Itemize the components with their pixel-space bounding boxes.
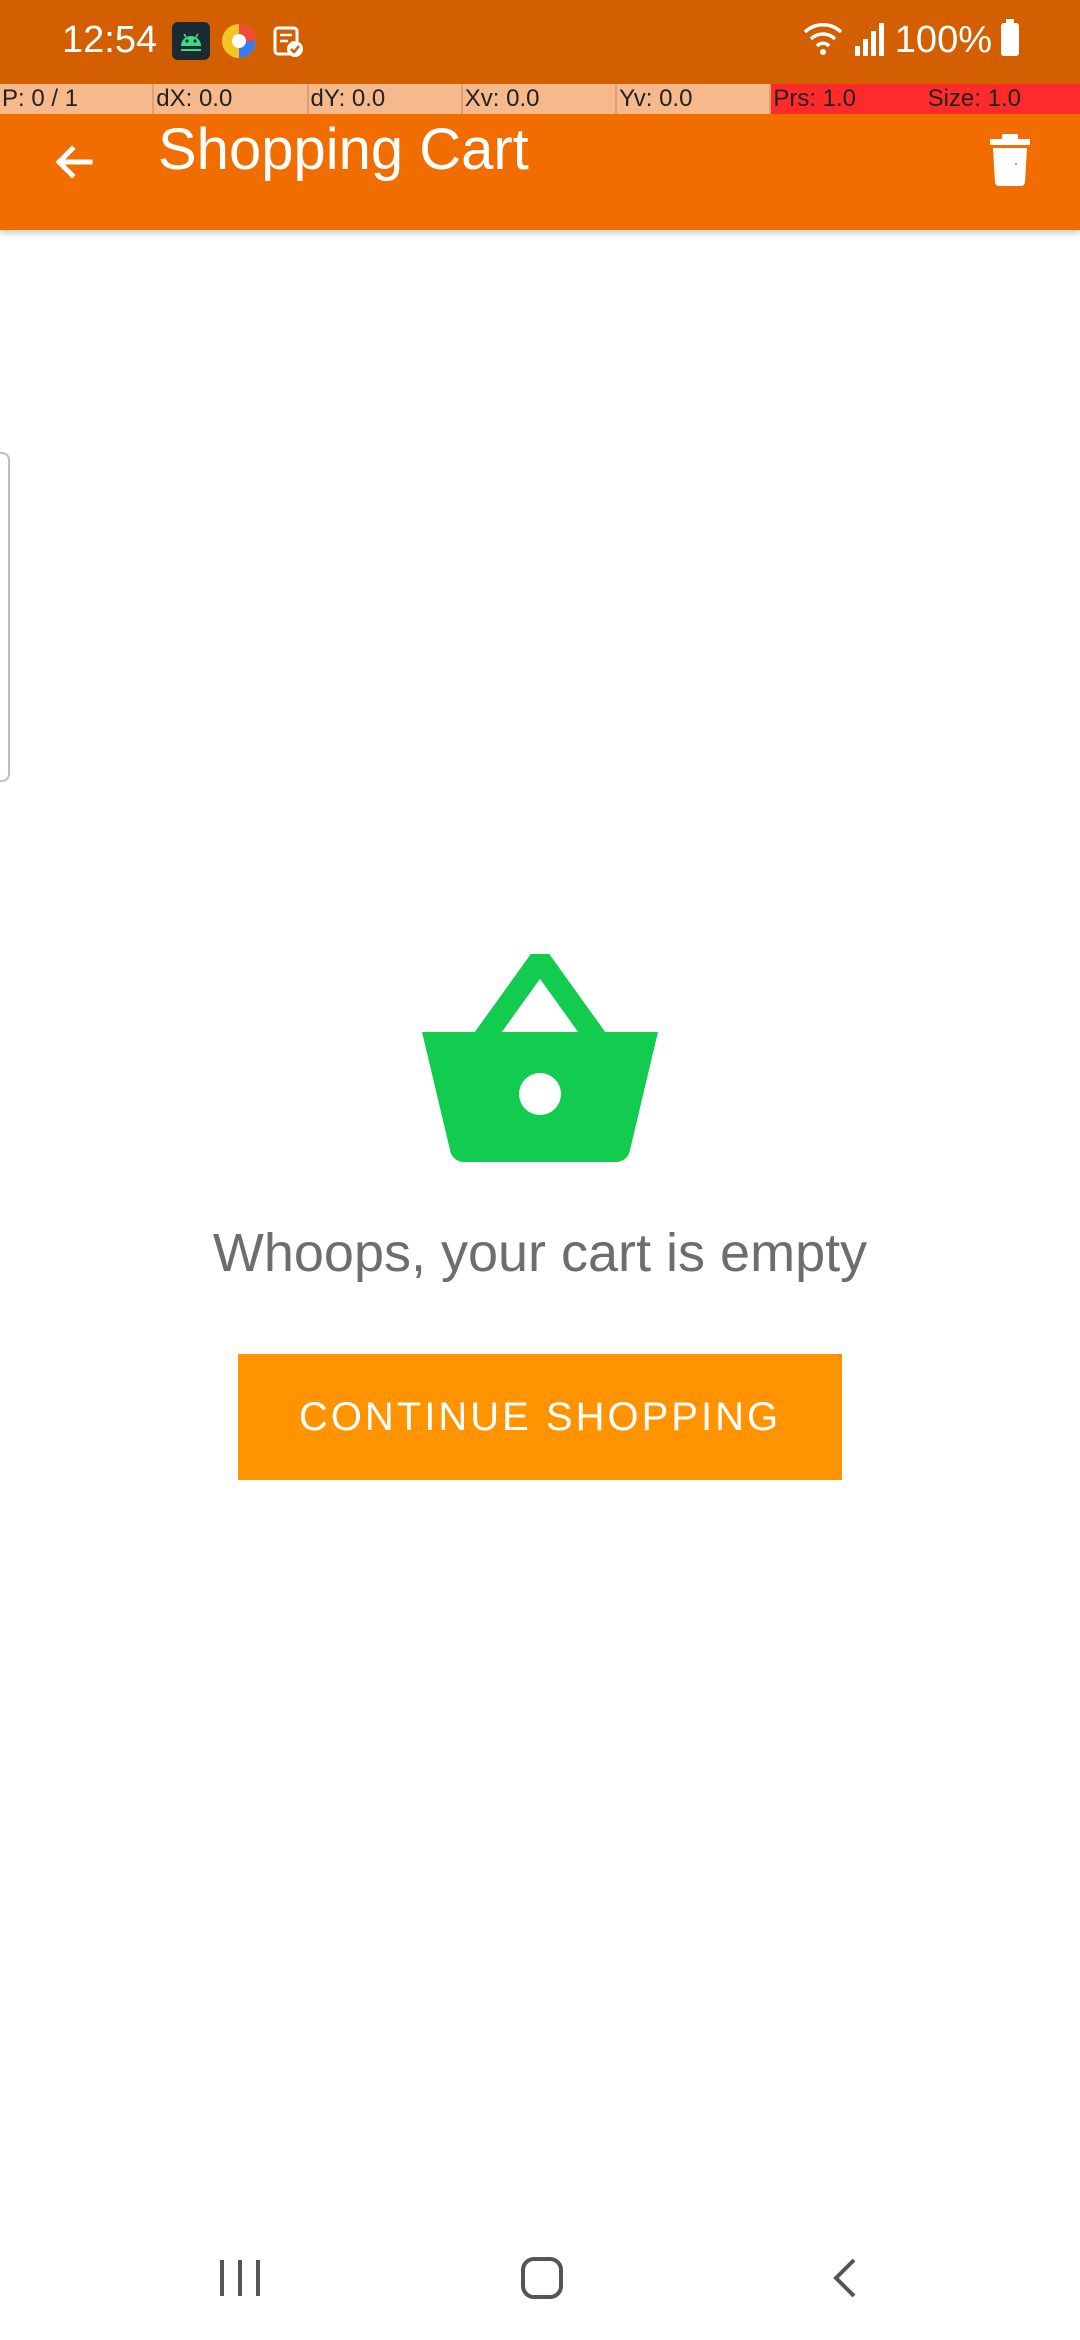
android-debug-icon — [172, 22, 210, 60]
debug-dx: dX: 0.0 — [154, 84, 309, 114]
color-picker-app-icon — [220, 22, 258, 60]
app-bar: Shopping Cart — [0, 114, 1080, 230]
debug-pressure: Prs: 1.0 — [771, 84, 926, 114]
edge-panel-handle[interactable] — [0, 452, 10, 782]
back-button[interactable] — [38, 128, 110, 200]
cellular-signal-icon — [853, 18, 887, 63]
status-time: 12:54 — [62, 19, 158, 61]
pointer-debug-overlay: P: 0 / 1 dX: 0.0 dY: 0.0 Xv: 0.0 Yv: 0.0… — [0, 84, 1080, 114]
debug-dy: dY: 0.0 — [309, 84, 463, 114]
page-title: Shopping Cart — [158, 117, 529, 182]
system-status-icons: 100% — [801, 14, 1020, 66]
debug-size: Size: 1.0 — [925, 84, 1080, 114]
home-icon — [520, 2256, 564, 2305]
wifi-icon — [801, 18, 845, 63]
home-button[interactable] — [502, 2250, 582, 2310]
back-icon — [830, 2256, 860, 2305]
debug-pointer-count: P: 0 / 1 — [0, 84, 155, 114]
clear-cart-button[interactable] — [974, 126, 1046, 198]
continue-shopping-button[interactable]: CONTINUE SHOPPING — [238, 1354, 842, 1480]
clipboard-check-icon — [268, 22, 306, 60]
shopping-basket-icon — [418, 949, 662, 1163]
system-navigation-bar — [0, 2220, 1080, 2340]
debug-xv: Xv: 0.0 — [463, 84, 618, 114]
debug-yv: Yv: 0.0 — [617, 84, 772, 114]
battery-icon — [1000, 18, 1020, 62]
arrow-back-icon — [50, 138, 98, 191]
recent-apps-button[interactable] — [200, 2250, 280, 2310]
notification-icons — [172, 20, 306, 62]
nav-back-button[interactable] — [805, 2250, 885, 2310]
trash-icon — [990, 133, 1030, 191]
status-bar: 12:54 100% — [0, 0, 1080, 84]
empty-cart-message: Whoops, your cart is empty — [212, 1223, 868, 1283]
recent-apps-icon — [218, 2258, 262, 2303]
battery-percentage: 100% — [894, 19, 992, 61]
